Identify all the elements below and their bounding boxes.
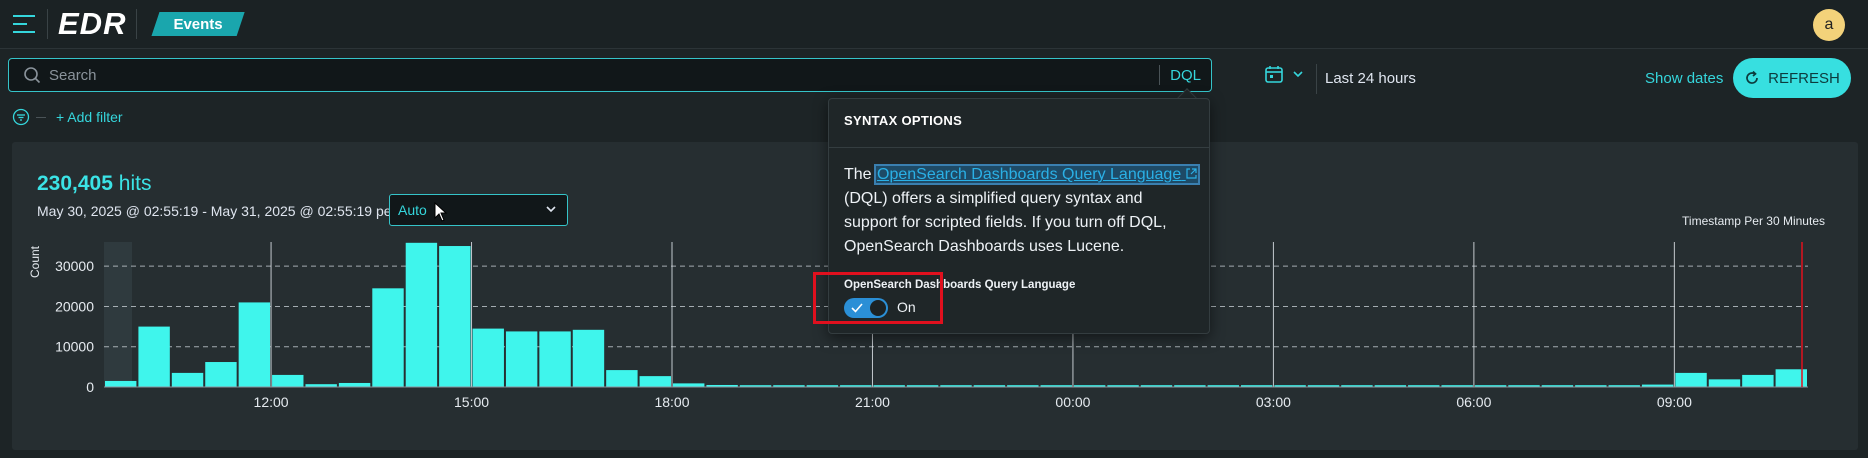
histogram-bar <box>539 331 571 387</box>
popover-description: The OpenSearch Dashboards Query Language… <box>844 163 1200 259</box>
histogram-bar <box>505 331 538 387</box>
x-tick-label: 06:00 <box>1456 394 1491 410</box>
popover-text-before: The <box>844 166 877 183</box>
histogram-bar <box>405 242 438 387</box>
x-tick-label: 18:00 <box>654 394 689 410</box>
dql-docs-link[interactable]: OpenSearch Dashboards Query Language <box>874 164 1200 185</box>
histogram-bar <box>205 362 237 387</box>
y-tick-label: 30000 <box>55 258 94 274</box>
popover-title: SYNTAX OPTIONS <box>844 113 963 128</box>
histogram-bar <box>372 288 404 387</box>
y-tick-label: 10000 <box>55 339 94 355</box>
y-tick-label: 20000 <box>55 298 94 314</box>
popover-text-after: (DQL) offers a simplified query syntax a… <box>844 190 1167 255</box>
histogram-bar <box>1742 374 1774 387</box>
x-tick-label: 09:00 <box>1657 394 1692 410</box>
x-tick-label: 03:00 <box>1256 394 1291 410</box>
popover-divider <box>829 147 1209 148</box>
histogram-bar <box>639 376 671 387</box>
external-link-icon <box>1186 168 1197 179</box>
histogram-bar <box>1708 379 1741 387</box>
y-tick-label: 0 <box>86 379 94 395</box>
y-axis-label: Count <box>28 245 42 278</box>
histogram-bar <box>572 329 605 387</box>
histogram-bar <box>138 326 170 387</box>
histogram-bar <box>1675 372 1707 387</box>
x-tick-label: 15:00 <box>454 394 489 410</box>
histogram-bar <box>238 302 271 387</box>
mouse-cursor-icon <box>434 202 448 222</box>
x-tick-label: 21:00 <box>855 394 890 410</box>
histogram-bar <box>105 380 137 387</box>
x-tick-label: 12:00 <box>254 394 289 410</box>
chart-brush-region <box>104 242 132 387</box>
dql-docs-link-text: OpenSearch Dashboards Query Language <box>877 166 1182 183</box>
histogram-bar <box>338 382 371 387</box>
histogram-bar <box>472 328 504 387</box>
x-axis-label: Timestamp Per 30 Minutes <box>1682 214 1825 228</box>
histogram-bar <box>171 372 204 387</box>
histogram-bar <box>439 246 471 387</box>
histogram-bar <box>606 370 638 387</box>
histogram-bar <box>673 383 705 387</box>
x-tick-label: 00:00 <box>1055 394 1090 410</box>
histogram-bar <box>272 374 304 387</box>
annotation-highlight-box <box>813 272 943 324</box>
